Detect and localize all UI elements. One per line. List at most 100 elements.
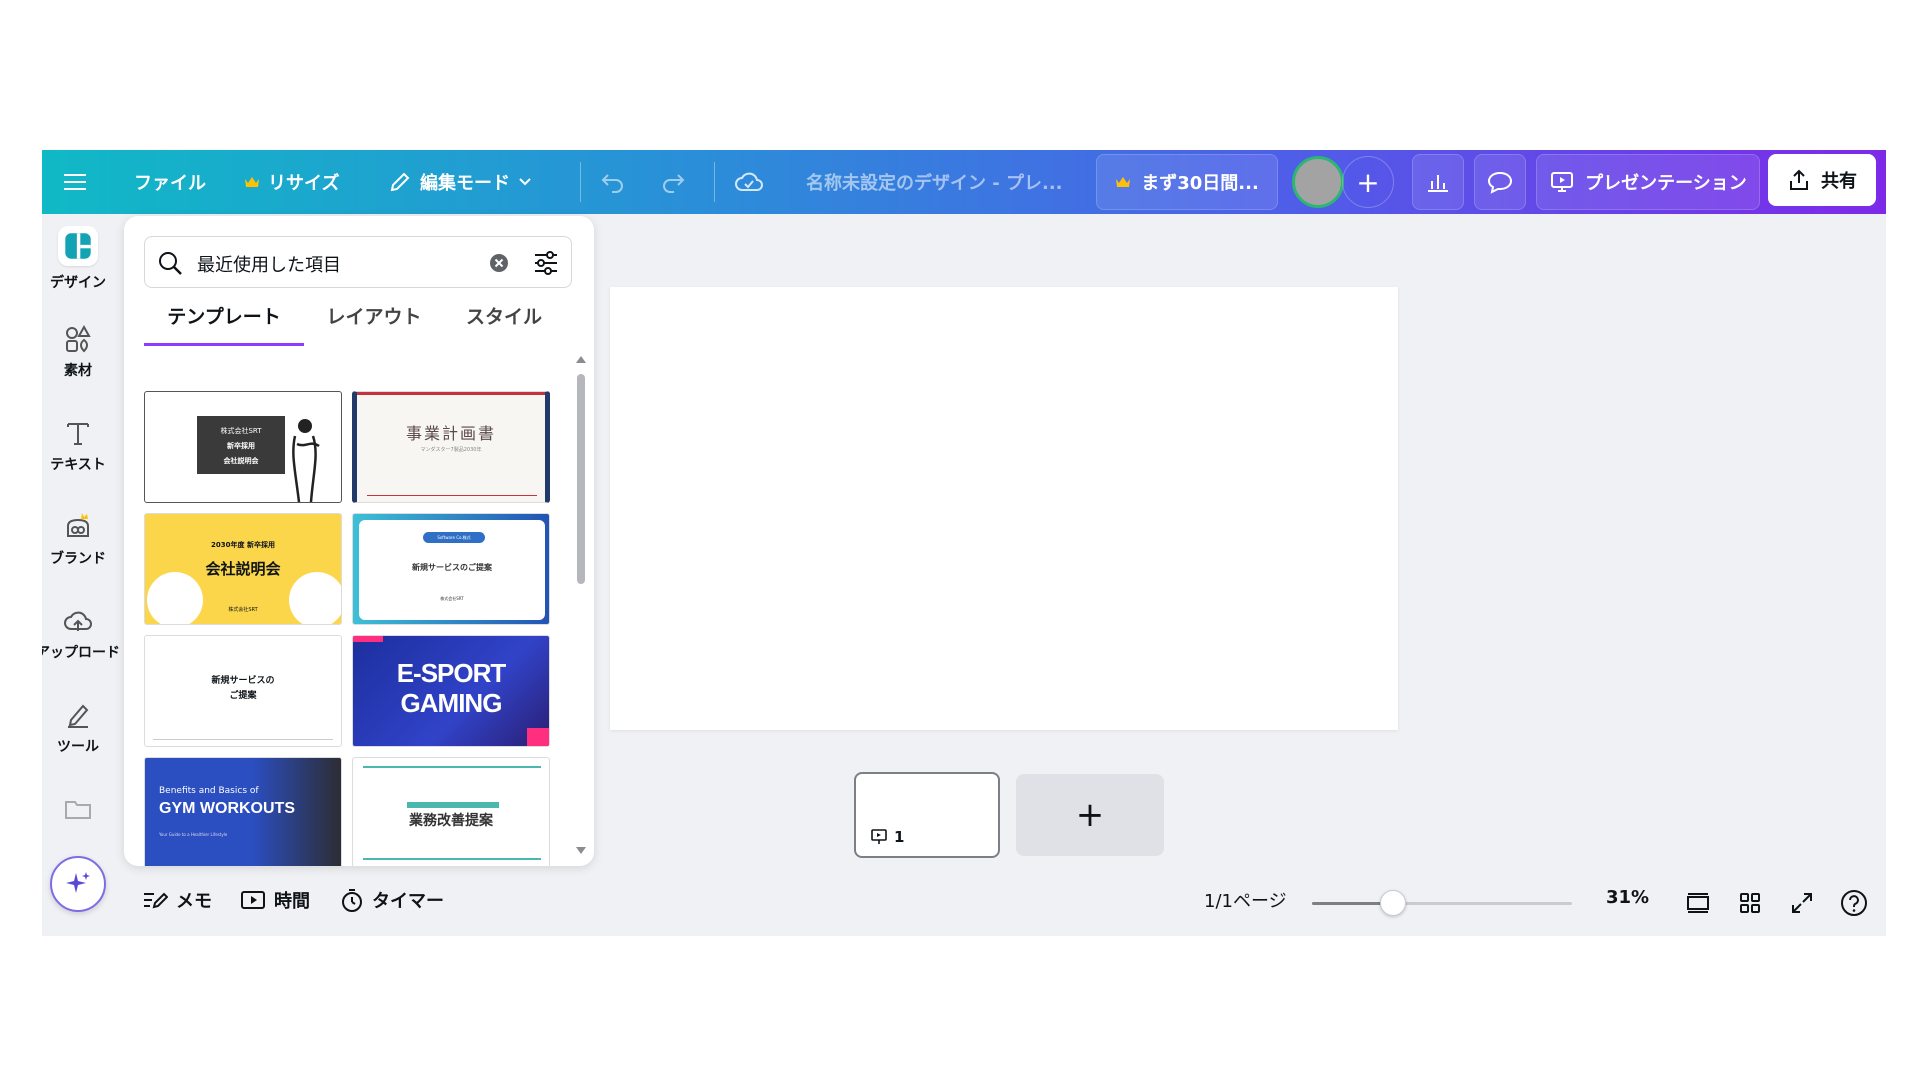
plus-icon: + xyxy=(1356,165,1380,199)
insights-button[interactable] xyxy=(1412,154,1464,210)
template-text: E-SPORT xyxy=(396,658,507,688)
scroll-down-icon[interactable] xyxy=(575,846,587,856)
doc-title[interactable]: 名称未設定のデザイン - プレ... xyxy=(806,150,1063,214)
resize-label: リサイズ xyxy=(268,173,340,194)
panel-tabs: テンプレート レイアウト スタイル xyxy=(144,302,572,346)
rail-item-text[interactable]: テキスト xyxy=(42,418,114,474)
rail-item-elements[interactable]: 素材 xyxy=(42,324,114,380)
hamburger-icon xyxy=(64,174,86,190)
accent-bar xyxy=(527,728,549,746)
page-thumbnail[interactable]: 1 xyxy=(854,772,1000,858)
zoom-percent[interactable]: 31% xyxy=(1606,887,1649,908)
plus-icon: + xyxy=(1075,795,1105,835)
help-button[interactable] xyxy=(1838,887,1870,919)
rail-item-uploads[interactable]: アップロード xyxy=(42,606,120,662)
tools-icon xyxy=(68,704,89,728)
folder-icon xyxy=(65,801,91,819)
clear-icon[interactable] xyxy=(489,253,509,273)
search-icon xyxy=(159,252,182,275)
tab-label: レイアウト xyxy=(326,306,422,328)
template-text: マンダスター7製品2030年 xyxy=(420,447,482,453)
notes-button[interactable]: メモ xyxy=(142,887,212,913)
trial-button[interactable]: まず30日間... xyxy=(1096,154,1278,210)
template-text: 業務改善提案 xyxy=(409,813,493,829)
stopwatch-icon xyxy=(342,889,362,912)
accent-bar xyxy=(407,802,499,808)
template-title-block: 株式会社SRT 新卒採用 会社説明会 xyxy=(197,416,285,474)
search-box[interactable]: 最近使用した項目 xyxy=(144,236,572,288)
template-card[interactable]: 事業計画書 マンダスター7製品2030年 xyxy=(352,391,550,503)
template-text: 新規サービスの xyxy=(211,676,275,686)
redo-button[interactable] xyxy=(660,150,686,214)
magic-assistant-button[interactable] xyxy=(50,856,106,912)
grid-icon xyxy=(1740,893,1760,913)
zoom-slider[interactable] xyxy=(1312,902,1572,905)
rail-item-brand[interactable]: ブランド xyxy=(42,512,114,568)
template-card[interactable]: 新規サービスの ご提案 xyxy=(144,635,342,747)
menu-button[interactable] xyxy=(64,150,86,214)
chevron-down-icon xyxy=(519,178,531,186)
template-text: 株式会社SRT xyxy=(440,596,464,601)
file-menu[interactable]: ファイル xyxy=(134,150,206,214)
pencil-icon xyxy=(390,172,410,192)
panel-scrollbar[interactable] xyxy=(574,354,588,854)
design-panel: 最近使用した項目 テンプレート レイアウト スタイル 株式会社SRT 新卒採用 … xyxy=(124,216,594,866)
design-canvas[interactable] xyxy=(610,287,1398,730)
share-button[interactable]: 共有 xyxy=(1768,154,1876,206)
template-card[interactable]: Software Co.株式 新規サービスのご提案 株式会社SRT xyxy=(352,513,550,625)
search-input[interactable]: 最近使用した項目 xyxy=(197,251,341,277)
brand-icon xyxy=(67,513,89,537)
zoom-slider-handle[interactable] xyxy=(1379,890,1406,916)
tab-styles[interactable]: スタイル xyxy=(444,302,564,346)
template-card[interactable]: 株式会社SRT 新卒採用 会社説明会 xyxy=(144,391,342,503)
rail-item-tools[interactable]: ツール xyxy=(42,700,114,756)
grid-view-button[interactable] xyxy=(1734,887,1766,919)
left-rail: デザイン 素材 テキスト ブランド アップロード ツール xyxy=(42,214,120,936)
resize-button[interactable]: リサイズ xyxy=(244,150,339,214)
undo-button[interactable] xyxy=(600,150,626,214)
duration-button[interactable]: 時間 xyxy=(240,887,310,913)
rail-item-projects[interactable] xyxy=(42,794,114,824)
page-view-button[interactable] xyxy=(1682,887,1714,919)
avatar[interactable] xyxy=(1292,156,1344,208)
timer-button[interactable]: タイマー xyxy=(340,887,444,913)
save-status-button[interactable] xyxy=(734,150,764,214)
template-text: 会社説明会 xyxy=(223,457,259,465)
expand-icon xyxy=(1792,893,1812,913)
edit-mode-label: 編集モード xyxy=(420,173,510,194)
fullscreen-button[interactable] xyxy=(1786,887,1818,919)
tab-layouts[interactable]: レイアウト xyxy=(314,302,434,346)
edit-mode-dropdown[interactable]: 編集モード xyxy=(388,150,532,214)
timer-label: タイマー xyxy=(372,891,444,912)
rail-label: ツール xyxy=(57,739,99,755)
add-page-button[interactable]: + xyxy=(1016,774,1164,856)
sparkle-icon xyxy=(66,872,90,893)
filter-icon[interactable] xyxy=(533,250,559,276)
text-icon xyxy=(67,423,89,445)
scroll-up-icon[interactable] xyxy=(575,354,587,364)
comments-button[interactable] xyxy=(1474,154,1526,210)
notes-icon xyxy=(144,892,168,909)
trial-label: まず30日間... xyxy=(1141,173,1259,194)
play-box-icon xyxy=(241,891,265,909)
rail-label: テキスト xyxy=(50,457,106,473)
scroll-thumb[interactable] xyxy=(577,374,585,584)
rail-item-design[interactable]: デザイン xyxy=(42,226,114,292)
template-text: ご提案 xyxy=(229,691,257,701)
present-button[interactable]: プレゼンテーション xyxy=(1536,154,1760,210)
template-card[interactable]: 2030年度 新卒採用 会社説明会 株式会社SRT xyxy=(144,513,342,625)
template-text: 2030年度 新卒採用 xyxy=(211,541,275,549)
template-card[interactable]: Benefits and Basics of GYM WORKOUTS Your… xyxy=(144,757,342,866)
template-card[interactable]: E-SPORT GAMING xyxy=(352,635,550,747)
invite-button[interactable]: + xyxy=(1342,156,1394,208)
tab-templates[interactable]: テンプレート xyxy=(144,302,304,346)
presentation-icon xyxy=(1551,172,1574,192)
template-card[interactable]: 業務改善提案 xyxy=(352,757,550,866)
template-text: Your Guide to a Healthier Lifestyle xyxy=(159,832,228,837)
single-page-icon xyxy=(1687,893,1709,913)
page-indicator[interactable]: 1/1ページ xyxy=(1204,887,1287,913)
elements-icon xyxy=(66,324,91,353)
template-text: Software Co.株式 xyxy=(423,532,485,543)
page-label: 1 xyxy=(870,828,904,846)
divider xyxy=(580,162,581,202)
